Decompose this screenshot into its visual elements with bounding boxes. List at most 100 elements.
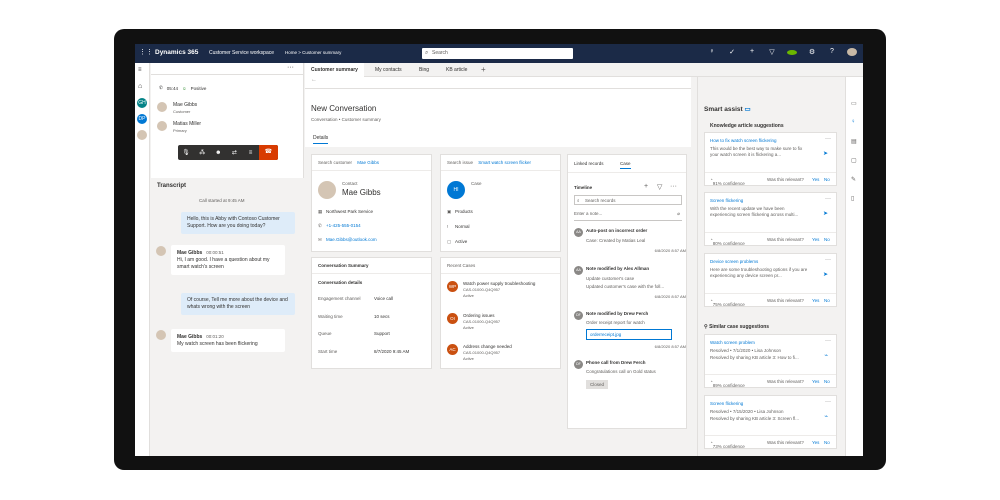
more-icon[interactable]: ···: [825, 257, 831, 263]
suggestion-title[interactable]: Watch screen problem: [710, 340, 755, 345]
relevance-question: Was this relevant?: [767, 379, 804, 384]
send-icon[interactable]: ➤: [823, 210, 828, 217]
suggestion-title[interactable]: Screen flickering: [710, 401, 743, 406]
email-link[interactable]: Mae.Gibbs@outlook.com: [326, 237, 377, 242]
tab-customer-summary[interactable]: Customer summary: [305, 63, 364, 77]
tab-linked-records[interactable]: Linked records: [574, 161, 604, 166]
detail-label: Queue: [318, 331, 332, 336]
kb-suggestion-card[interactable]: How to fix watch screen flickering ··· T…: [704, 132, 837, 186]
user-avatar[interactable]: [847, 48, 857, 58]
no-link[interactable]: No: [824, 237, 830, 242]
more-icon[interactable]: ···: [287, 64, 294, 71]
session-gh[interactable]: GH: [137, 98, 147, 108]
conversation-summary-card: Conversation Summary Conversation detail…: [311, 257, 432, 369]
note-input[interactable]: Enter a note... ⌀: [574, 211, 682, 221]
hold-icon[interactable]: ≡: [243, 150, 259, 156]
search-placeholder: Search: [432, 50, 448, 56]
book-icon[interactable]: ▯: [851, 195, 854, 202]
send-icon[interactable]: ➤: [823, 150, 828, 157]
session-dp[interactable]: DP: [137, 114, 147, 124]
case-status: Active: [463, 293, 474, 298]
send-icon[interactable]: ➤: [823, 271, 828, 278]
kb-suggestions-title: Knowledge article suggestions: [710, 123, 784, 129]
confidence: ◔ 73% confidence: [710, 440, 745, 449]
tab-kb-article[interactable]: KB article: [440, 63, 473, 77]
more-icon[interactable]: ···: [670, 183, 677, 190]
home-icon[interactable]: ⌂: [138, 83, 142, 90]
breadcrumb[interactable]: Home > Customer summary: [285, 50, 341, 55]
back-icon[interactable]: ←: [311, 77, 317, 83]
keypad-icon[interactable]: ⁂: [194, 149, 210, 156]
attach-icon[interactable]: ⌀: [677, 211, 680, 217]
no-link[interactable]: No: [824, 298, 830, 303]
lightbulb-icon[interactable]: ♀: [707, 48, 717, 58]
filter-icon[interactable]: ▽: [657, 183, 662, 191]
smart-assist-title: Smart assist ▭: [704, 106, 751, 113]
agent-script-icon[interactable]: ▭: [851, 100, 857, 107]
chat-icon[interactable]: ▢: [851, 157, 857, 164]
timeline-search-input[interactable]: ⌕ Search records: [574, 195, 682, 205]
form-title: New Conversation: [311, 104, 377, 113]
tab-bing[interactable]: Bing: [413, 63, 435, 77]
tab-details[interactable]: Details: [313, 135, 329, 144]
add-icon[interactable]: +: [644, 183, 648, 190]
workspace-name[interactable]: Customer Service workspace: [209, 50, 274, 56]
avatar: [156, 330, 166, 340]
add-icon[interactable]: +: [747, 48, 757, 58]
wrench-icon[interactable]: ✎: [851, 176, 856, 183]
form-subtitle[interactable]: Conversation • Customer summary: [311, 117, 381, 122]
app-name[interactable]: Dynamics 365: [155, 49, 198, 56]
phone-link[interactable]: +1-425-555-0154: [326, 223, 361, 228]
tab-case[interactable]: Case: [620, 161, 631, 169]
session-active-avatar[interactable]: [137, 130, 147, 140]
link-icon[interactable]: ⌁: [824, 352, 828, 359]
more-icon[interactable]: ···: [825, 399, 831, 405]
waffle-icon[interactable]: ⋮⋮: [139, 49, 153, 57]
avatar: DF: [574, 360, 583, 369]
yes-link[interactable]: Yes: [812, 237, 819, 242]
avatar: [318, 181, 336, 199]
detail-value: Voice call: [374, 296, 394, 301]
transfer-icon[interactable]: ⇄: [226, 149, 242, 156]
end-call-button[interactable]: ☎: [258, 145, 278, 160]
more-icon[interactable]: ···: [825, 136, 831, 142]
kb-suggestion-card[interactable]: Screen flickering ··· With the recent up…: [704, 192, 837, 246]
menu-icon[interactable]: ≡: [138, 67, 142, 73]
lightbulb-icon[interactable]: ♀: [851, 119, 856, 125]
filter-icon[interactable]: ▽: [767, 48, 777, 58]
consult-icon[interactable]: ☻: [210, 150, 226, 156]
gear-icon[interactable]: ⚙: [807, 48, 817, 58]
suggestion-title[interactable]: How to fix watch screen flickering: [710, 138, 777, 143]
yes-link[interactable]: Yes: [812, 298, 819, 303]
mute-icon[interactable]: 🎙: [178, 149, 194, 156]
more-icon[interactable]: ···: [825, 196, 831, 202]
suggestion-title[interactable]: Device screen problems: [710, 259, 758, 264]
yes-link[interactable]: Yes: [812, 379, 819, 384]
more-icon[interactable]: ···: [825, 338, 831, 344]
kb-suggestion-card[interactable]: Device screen problems ··· Here are some…: [704, 253, 837, 307]
similar-case-card[interactable]: Screen flickering ··· Resolved • 7/15/20…: [704, 395, 837, 449]
yes-link[interactable]: Yes: [812, 177, 819, 182]
issue-lookup[interactable]: Smart watch screen flicker: [478, 160, 531, 165]
task-icon[interactable]: ✓: [727, 48, 737, 58]
case-status: Active: [455, 239, 468, 244]
attachment-link[interactable]: orderreceipt.jpg: [586, 329, 672, 340]
contact-name[interactable]: Mae Gibbs: [342, 188, 381, 197]
suggestion-title[interactable]: Screen flickering: [710, 198, 743, 203]
suggestion-desc: This would be the best way to make sure …: [710, 146, 803, 157]
tab-my-contacts[interactable]: My contacts: [369, 63, 408, 77]
presence-icon[interactable]: [787, 48, 797, 58]
no-link[interactable]: No: [824, 379, 830, 384]
customer-lookup[interactable]: Mae Gibbs: [357, 160, 379, 165]
add-tab-icon[interactable]: +: [475, 63, 492, 77]
no-link[interactable]: No: [824, 177, 830, 182]
timeline-item-title: Note modified by Drew Ferch: [586, 311, 649, 316]
global-search-input[interactable]: ⌕ Search: [422, 48, 573, 59]
document-icon[interactable]: ▤: [851, 138, 857, 145]
link-icon[interactable]: ⌁: [824, 413, 828, 420]
similar-case-card[interactable]: Watch screen problem ··· Resolved • 7/1/…: [704, 334, 837, 388]
similar-cases-icon: ⚲: [704, 324, 708, 330]
no-link[interactable]: No: [824, 440, 830, 445]
help-icon[interactable]: ?: [827, 48, 837, 58]
yes-link[interactable]: Yes: [812, 440, 819, 445]
